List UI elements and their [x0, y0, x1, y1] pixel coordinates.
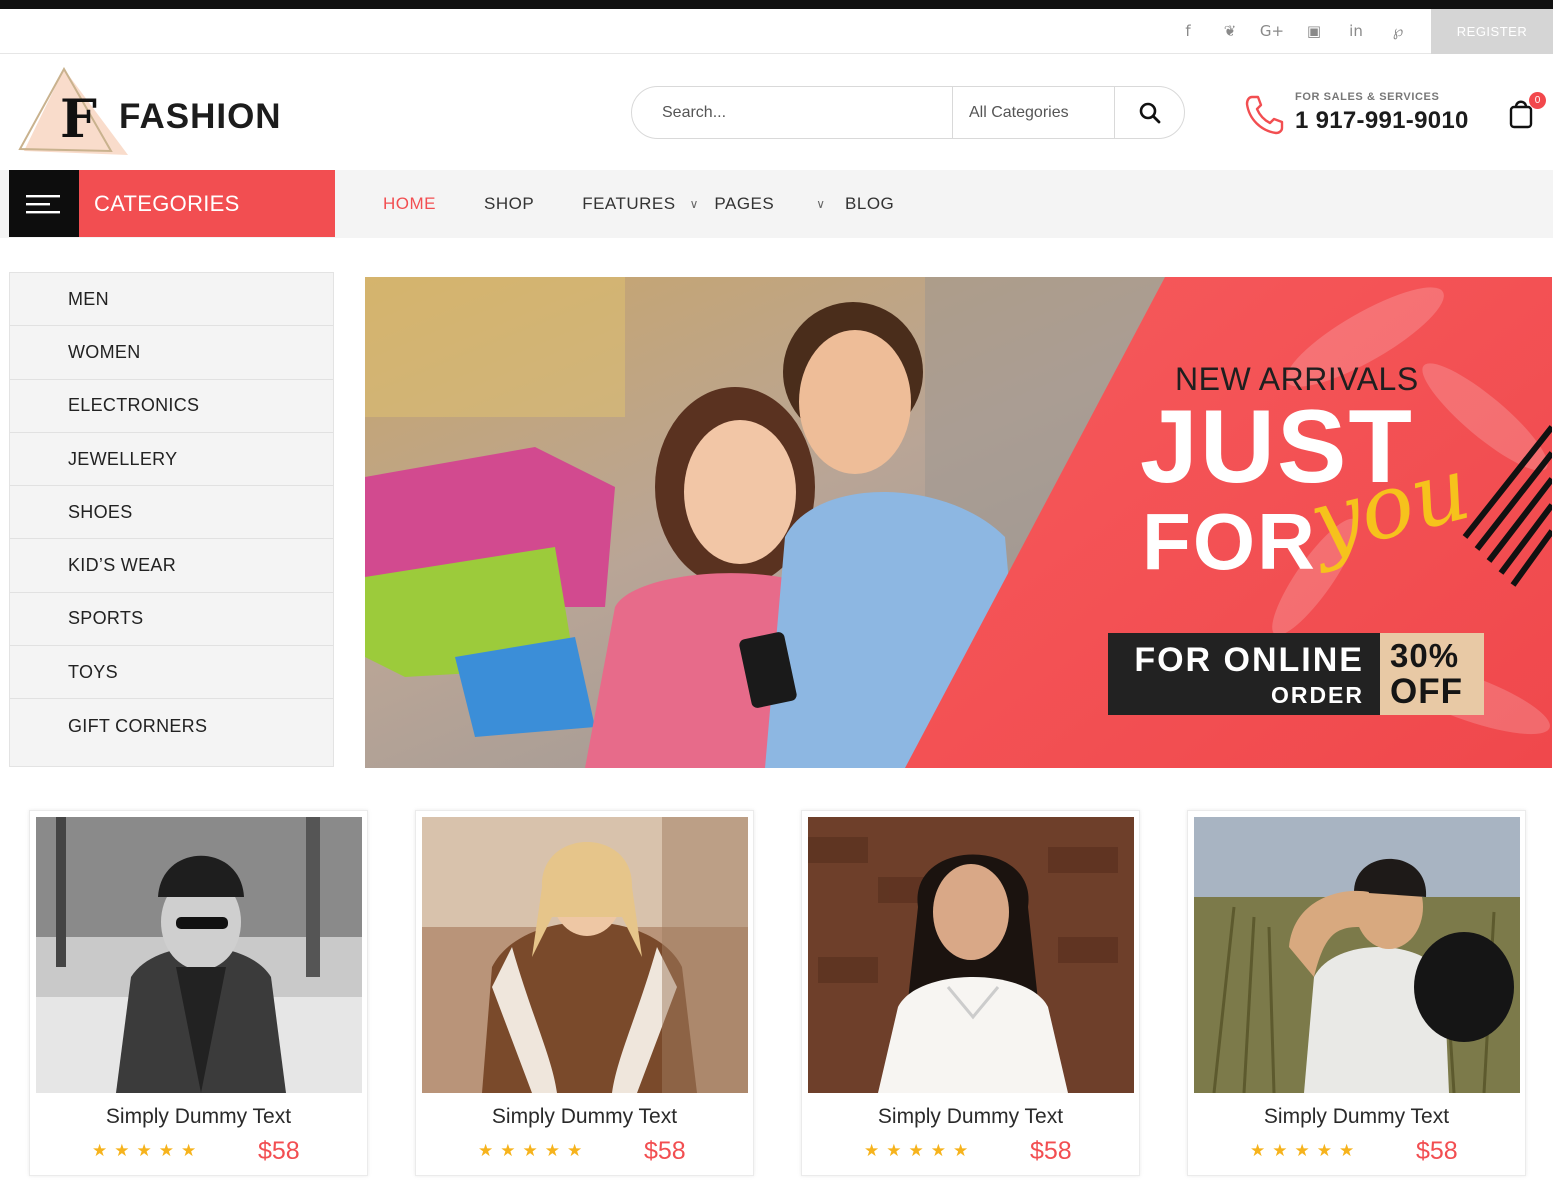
category-shoes[interactable]: SHOES: [10, 486, 333, 540]
category-electronics[interactable]: ELECTRONICS: [10, 380, 333, 433]
sales-phone[interactable]: 1 917-991-9010: [1295, 107, 1469, 135]
rating-stars: ★ ★ ★ ★ ★: [864, 1141, 968, 1161]
star-icon: ★: [864, 1141, 880, 1161]
categories-header[interactable]: CATEGORIES: [79, 170, 335, 237]
rating-stars: ★ ★ ★ ★ ★: [1250, 1141, 1354, 1161]
logo-text: FASHION: [119, 97, 282, 136]
product-card[interactable]: Simply Dummy Text ★ ★ ★ ★ ★ $58: [29, 810, 368, 1176]
social-links: f ❦ G+ ▣ in ℘: [1178, 21, 1408, 41]
star-icon: ★: [953, 1141, 969, 1161]
linkedin-icon[interactable]: in: [1346, 21, 1366, 41]
hero-title-line2: FOR: [1142, 497, 1317, 586]
phone-icon: [1245, 95, 1284, 135]
star-icon: ★: [522, 1141, 538, 1161]
nav-blog[interactable]: BLOG: [845, 194, 894, 214]
star-icon: ★: [1339, 1141, 1355, 1161]
google-plus-icon[interactable]: G+: [1260, 21, 1284, 41]
chevron-down-icon[interactable]: ∨: [690, 197, 699, 211]
social-bar: f ❦ G+ ▣ in ℘ REGISTER: [0, 9, 1553, 54]
twitter-icon[interactable]: ❦: [1220, 21, 1240, 41]
star-icon: ★: [114, 1141, 130, 1161]
star-icon: ★: [181, 1141, 197, 1161]
product-image: [1194, 817, 1520, 1093]
search-bar: All Categories: [631, 86, 1185, 139]
nav-features-label: FEATURES: [582, 194, 676, 213]
category-select[interactable]: All Categories: [952, 87, 1115, 138]
star-icon: ★: [1250, 1141, 1266, 1161]
logo-letter: F: [60, 89, 97, 150]
star-icon: ★: [908, 1141, 924, 1161]
star-icon: ★: [478, 1141, 494, 1161]
star-icon: ★: [500, 1141, 516, 1161]
register-button[interactable]: REGISTER: [1431, 9, 1553, 54]
sales-label: FOR SALES & SERVICES: [1295, 91, 1440, 103]
star-icon: ★: [544, 1141, 560, 1161]
nav-pages-label: PAGES: [714, 194, 775, 213]
promo-line2: ORDER: [1270, 682, 1364, 708]
product-card[interactable]: Simply Dummy Text ★ ★ ★ ★ ★ $58: [415, 810, 754, 1176]
star-icon: ★: [1272, 1141, 1288, 1161]
hero-banner[interactable]: NEW ARRIVALS JUST FOR you FOR ONLINE ORD…: [365, 277, 1552, 768]
chevron-down-icon[interactable]: ∨: [816, 197, 825, 211]
product-card[interactable]: Simply Dummy Text ★ ★ ★ ★ ★ $58: [801, 810, 1140, 1176]
category-gift-corners[interactable]: GIFT CORNERS: [10, 699, 333, 752]
category-men[interactable]: MEN: [10, 273, 333, 327]
product-image: [36, 817, 362, 1093]
category-jewellery[interactable]: JEWELLERY: [10, 433, 333, 487]
discount-box: 30% OFF: [1380, 633, 1484, 715]
nav-row: CATEGORIES HOME SHOP FEATURES ∨ PAGES ∨ …: [0, 170, 1553, 238]
category-toys[interactable]: TOYS: [10, 646, 333, 700]
instagram-icon[interactable]: ▣: [1304, 21, 1324, 41]
search-icon: [1139, 102, 1160, 123]
product-title: Simply Dummy Text: [1263, 1105, 1450, 1128]
cart-button[interactable]: 0: [1505, 92, 1546, 135]
header: F FASHION All Categories FOR SALES & SER…: [0, 55, 1553, 170]
product-title: Simply Dummy Text: [491, 1105, 678, 1128]
discount-line1: 30%: [1390, 637, 1460, 674]
product-price: $58: [1416, 1137, 1458, 1165]
star-icon: ★: [1294, 1141, 1310, 1161]
discount-line2: OFF: [1390, 672, 1463, 711]
rating-stars: ★ ★ ★ ★ ★: [92, 1141, 196, 1161]
menu-icon: [26, 194, 60, 213]
logo[interactable]: F FASHION: [16, 67, 306, 162]
product-image: [422, 817, 748, 1093]
star-icon: ★: [136, 1141, 152, 1161]
product-title: Simply Dummy Text: [877, 1105, 1064, 1128]
cart-count-badge: 0: [1529, 92, 1546, 109]
category-women[interactable]: WOMEN: [10, 326, 333, 380]
category-list: MEN WOMEN ELECTRONICS JEWELLERY SHOES KI…: [9, 272, 334, 767]
search-input[interactable]: [632, 87, 952, 138]
product-price: $58: [644, 1137, 686, 1165]
star-icon: ★: [930, 1141, 946, 1161]
nav-home[interactable]: HOME: [383, 194, 436, 214]
nav-shop[interactable]: SHOP: [484, 194, 534, 214]
promo-box: FOR ONLINE ORDER: [1108, 633, 1380, 715]
nav-features[interactable]: FEATURES: [582, 194, 675, 214]
product-image: [808, 817, 1134, 1093]
star-icon: ★: [886, 1141, 902, 1161]
category-kids-wear[interactable]: KID’S WEAR: [10, 539, 333, 593]
product-card[interactable]: Simply Dummy Text ★ ★ ★ ★ ★ $58: [1187, 810, 1526, 1176]
nav-pages[interactable]: PAGES: [714, 194, 774, 214]
promo-line1: FOR ONLINE: [1134, 641, 1364, 679]
product-grid: Simply Dummy Text ★ ★ ★ ★ ★ $58 Simply D…: [29, 810, 1529, 1180]
category-sports[interactable]: SPORTS: [10, 593, 333, 647]
main-nav: HOME SHOP FEATURES ∨ PAGES ∨ BLOG: [383, 170, 894, 238]
star-icon: ★: [567, 1141, 583, 1161]
star-icon: ★: [92, 1141, 108, 1161]
pinterest-icon[interactable]: ℘: [1388, 21, 1408, 41]
star-icon: ★: [1316, 1141, 1332, 1161]
product-title: Simply Dummy Text: [105, 1105, 292, 1128]
product-price: $58: [1030, 1137, 1072, 1165]
rating-stars: ★ ★ ★ ★ ★: [478, 1141, 582, 1161]
logo-mark-icon: F: [18, 67, 128, 155]
categories-menu-toggle[interactable]: [9, 170, 79, 237]
star-icon: ★: [158, 1141, 174, 1161]
facebook-icon[interactable]: f: [1178, 21, 1198, 41]
product-price: $58: [258, 1137, 300, 1165]
top-strip: [0, 0, 1553, 9]
search-button[interactable]: [1115, 87, 1184, 138]
